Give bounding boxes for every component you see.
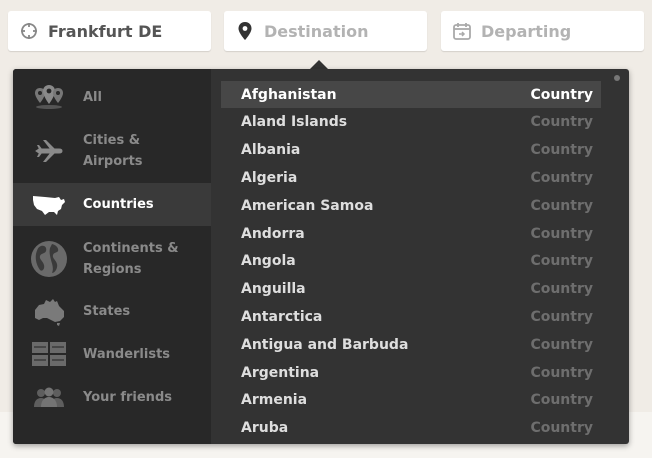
list-item[interactable]: Antigua and Barbuda Country xyxy=(221,331,601,358)
departing-field[interactable]: Departing xyxy=(441,11,644,51)
australia-map-icon xyxy=(29,291,69,331)
list-item[interactable]: Antarctica Country xyxy=(221,303,601,330)
result-type: Country xyxy=(530,253,593,270)
category-label: Your friends xyxy=(83,389,172,405)
map-pin-icon xyxy=(234,20,256,42)
list-item[interactable]: Aland Islands Country xyxy=(221,109,601,136)
origin-value: Frankfurt DE xyxy=(48,21,163,41)
crosshair-icon xyxy=(18,20,40,42)
list-item[interactable]: Anguilla Country xyxy=(221,276,601,303)
category-cities-airports[interactable]: Cities & Airports xyxy=(13,126,211,176)
category-countries[interactable]: Countries xyxy=(13,183,211,226)
map-pins-icon xyxy=(29,77,69,117)
origin-field[interactable]: Frankfurt DE xyxy=(8,11,211,51)
result-type: Country xyxy=(530,392,593,409)
lists-icon xyxy=(29,334,69,374)
usa-map-icon xyxy=(29,185,69,225)
category-states[interactable]: States xyxy=(13,291,211,331)
result-name: Andorra xyxy=(241,225,305,242)
result-type: Country xyxy=(530,114,593,131)
category-label: Countries xyxy=(83,197,154,212)
result-name: Antarctica xyxy=(241,308,323,325)
scrollbar[interactable] xyxy=(614,75,620,81)
result-type: Country xyxy=(530,281,593,298)
category-label: States xyxy=(83,303,131,319)
result-name: Aruba xyxy=(241,420,289,437)
list-item[interactable]: Afghanistan Country xyxy=(221,81,601,108)
destination-field[interactable]: Destination xyxy=(224,11,427,51)
category-all[interactable]: All xyxy=(13,77,211,117)
category-sidebar: All Cities & Airports Countries Continen… xyxy=(13,69,211,444)
category-continents-regions[interactable]: Continents & Regions xyxy=(13,234,211,284)
friends-icon xyxy=(29,377,69,417)
destination-placeholder: Destination xyxy=(264,21,369,41)
result-name: Angola xyxy=(241,253,296,270)
result-type: Country xyxy=(530,420,593,437)
result-type: Country xyxy=(530,142,593,159)
category-label: Continents & Regions xyxy=(83,241,179,277)
result-name: Afghanistan xyxy=(241,86,337,103)
result-name: Aland Islands xyxy=(241,114,348,131)
list-item[interactable]: Albania Country xyxy=(221,137,601,164)
departing-placeholder: Departing xyxy=(481,21,572,41)
result-name: Albania xyxy=(241,142,301,159)
list-item[interactable]: Andorra Country xyxy=(221,220,601,247)
result-type: Country xyxy=(530,225,593,242)
result-type: Country xyxy=(530,364,593,381)
list-item[interactable]: Algeria Country xyxy=(221,164,601,191)
category-wanderlists[interactable]: Wanderlists xyxy=(13,334,211,374)
list-item[interactable]: Angola Country xyxy=(221,248,601,275)
calendar-icon xyxy=(451,20,473,42)
category-your-friends[interactable]: Your friends xyxy=(13,377,211,417)
airplane-icon xyxy=(29,131,69,171)
list-item[interactable]: American Samoa Country xyxy=(221,192,601,219)
globe-icon xyxy=(29,239,69,279)
category-label: Wanderlists xyxy=(83,346,171,362)
result-name: Algeria xyxy=(241,169,298,186)
result-type: Country xyxy=(530,336,593,353)
result-name: American Samoa xyxy=(241,197,374,214)
result-name: Argentina xyxy=(241,364,320,381)
list-item[interactable]: Armenia Country xyxy=(221,387,601,414)
category-label: Cities & Airports xyxy=(83,133,143,169)
result-type: Country xyxy=(530,308,593,325)
result-name: Antigua and Barbuda xyxy=(241,336,409,353)
result-name: Armenia xyxy=(241,392,308,409)
result-name: Anguilla xyxy=(241,281,306,298)
result-type: Country xyxy=(530,197,593,214)
result-type: Country xyxy=(530,169,593,186)
results-list: Afghanistan Country Aland Islands Countr… xyxy=(221,69,601,444)
list-item[interactable]: Argentina Country xyxy=(221,359,601,386)
category-label: All xyxy=(83,89,102,105)
result-type: Country xyxy=(530,86,593,103)
destination-dropdown: All Cities & Airports Countries Continen… xyxy=(13,69,629,444)
list-item[interactable]: Aruba Country xyxy=(221,415,601,442)
